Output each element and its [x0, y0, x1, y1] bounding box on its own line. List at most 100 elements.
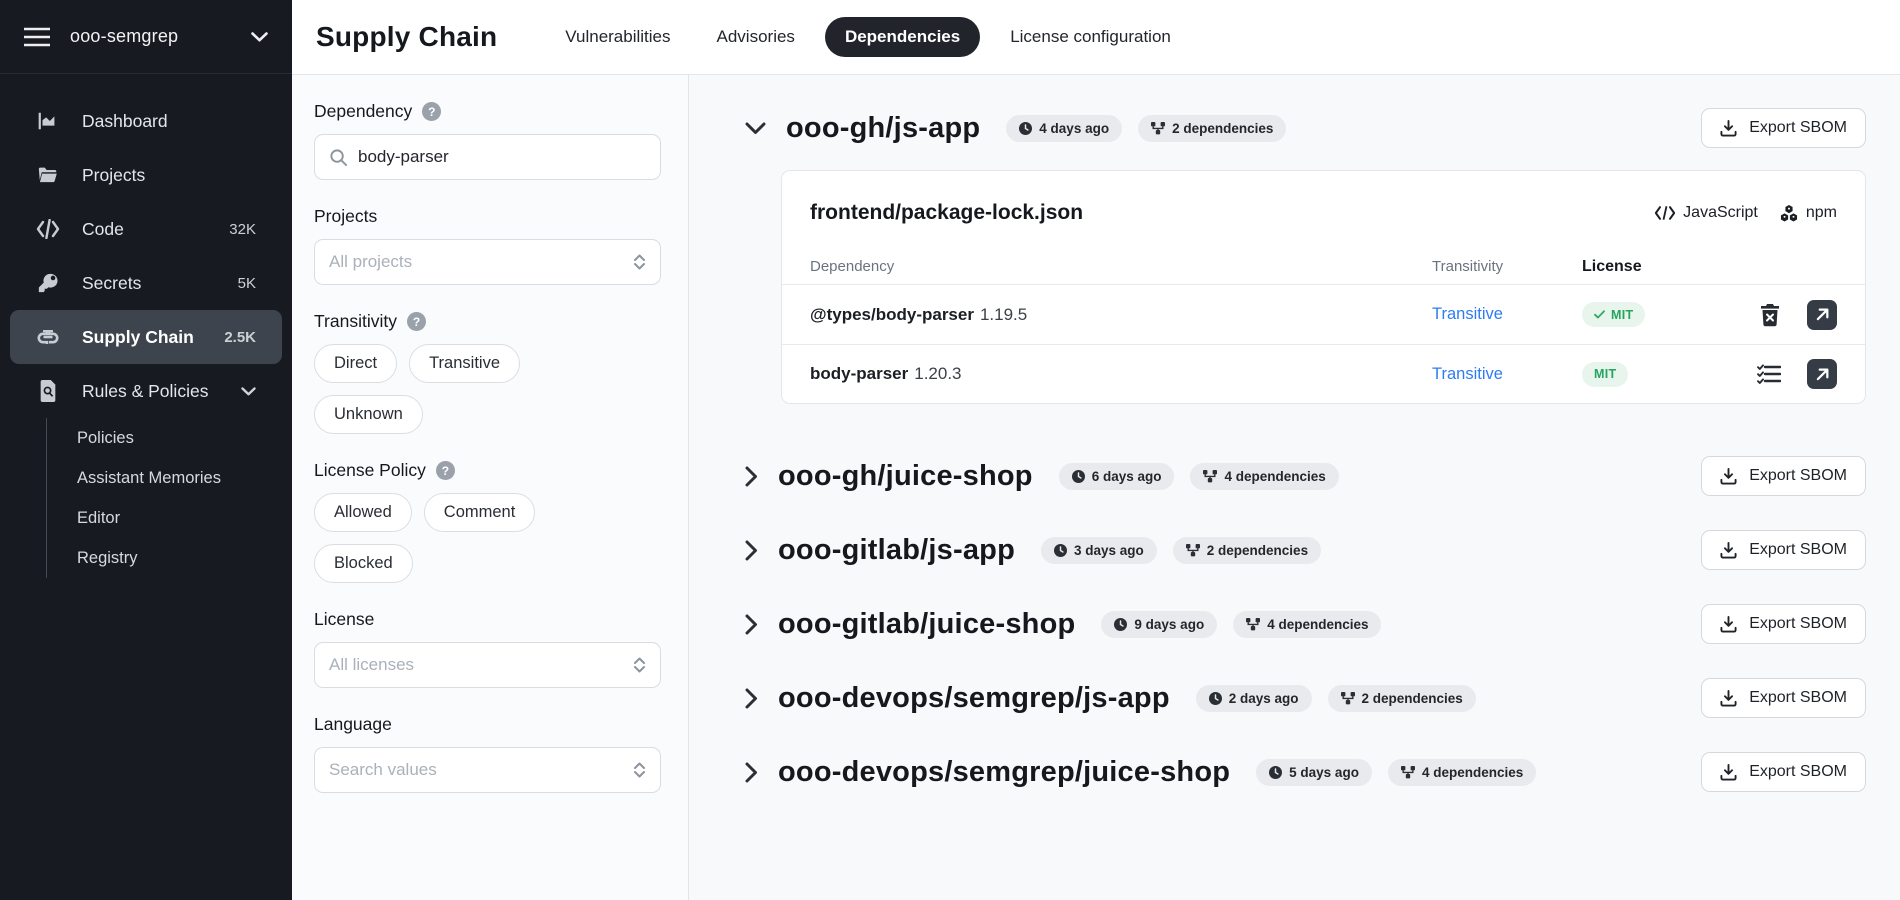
- tab-vulnerabilities[interactable]: Vulnerabilities: [549, 17, 686, 57]
- dependencies-badge: 2 dependencies: [1328, 685, 1476, 712]
- row-actions: [1717, 359, 1837, 389]
- updated-badge: 4 days ago: [1006, 115, 1122, 142]
- repo-name[interactable]: ooo-devops/semgrep/js-app: [778, 682, 1170, 715]
- dependencies-content: ooo-gh/js-app 4 days ago 2 dependencies: [689, 75, 1900, 900]
- sidebar-item-supply-chain[interactable]: Supply Chain 2.5K: [10, 310, 282, 364]
- checklist-icon[interactable]: [1757, 364, 1781, 384]
- language-meta: JavaScript: [1655, 204, 1758, 222]
- language-select[interactable]: Search values: [314, 747, 661, 793]
- license-select[interactable]: All licenses: [314, 642, 661, 688]
- select-stepper-icon: [633, 253, 646, 271]
- expand-chevron-right-icon[interactable]: [745, 762, 758, 783]
- tab-advisories[interactable]: Advisories: [701, 17, 811, 57]
- table-row: @types/body-parser1.19.5 Transitive MIT: [782, 285, 1865, 344]
- license-badge: MIT: [1582, 362, 1628, 387]
- dependency-graph-icon: [1341, 692, 1355, 705]
- repo-badges: 6 days ago 4 dependencies: [1059, 463, 1339, 490]
- repo-name[interactable]: ooo-gitlab/js-app: [778, 534, 1015, 567]
- sidebar-subitem-editor[interactable]: Editor: [77, 498, 292, 538]
- repo-name[interactable]: ooo-devops/semgrep/juice-shop: [778, 756, 1230, 789]
- chip-unknown[interactable]: Unknown: [314, 395, 423, 434]
- transitivity-filter-label: Transitivity: [314, 311, 397, 332]
- table-row: body-parser1.20.3 Transitive MIT: [782, 344, 1865, 403]
- export-sbom-button[interactable]: Export SBOM: [1701, 108, 1866, 148]
- sidebar-item-label: Dashboard: [82, 111, 234, 132]
- chip-comment[interactable]: Comment: [424, 493, 536, 532]
- sidebar-header: ooo-semgrep: [0, 0, 292, 74]
- expand-chevron-right-icon[interactable]: [745, 614, 758, 635]
- folder-icon: [36, 164, 60, 186]
- repo-row: ooo-devops/semgrep/juice-shop 5 days ago…: [745, 744, 1866, 800]
- sidebar-item-label: Supply Chain: [82, 327, 202, 348]
- external-link-button[interactable]: [1807, 300, 1837, 330]
- language-select-placeholder: Search values: [329, 760, 623, 780]
- collapse-chevron-down-icon[interactable]: [745, 122, 766, 135]
- chip-transitive[interactable]: Transitive: [409, 344, 520, 383]
- key-icon: [36, 272, 60, 294]
- sidebar-item-count: 5K: [238, 275, 256, 292]
- hamburger-menu-icon[interactable]: [24, 27, 50, 47]
- export-sbom-label: Export SBOM: [1749, 119, 1847, 137]
- dependency-version: 1.20.3: [914, 364, 961, 383]
- download-icon: [1720, 542, 1737, 559]
- export-sbom-button[interactable]: Export SBOM: [1701, 752, 1866, 792]
- chip-allowed[interactable]: Allowed: [314, 493, 412, 532]
- sidebar-subitem-policies[interactable]: Policies: [77, 418, 292, 458]
- repo-badges: 3 days ago 2 dependencies: [1041, 537, 1321, 564]
- repo-name[interactable]: ooo-gh/js-app: [786, 112, 980, 145]
- table-header-row: Dependency Transitivity License: [782, 249, 1865, 285]
- export-sbom-label: Export SBOM: [1749, 467, 1847, 485]
- export-sbom-button[interactable]: Export SBOM: [1701, 604, 1866, 644]
- export-sbom-button[interactable]: Export SBOM: [1701, 678, 1866, 718]
- sidebar-subitem-registry[interactable]: Registry: [77, 538, 292, 578]
- license-text: MIT: [1594, 367, 1616, 381]
- external-link-button[interactable]: [1807, 359, 1837, 389]
- sidebar-item-projects[interactable]: Projects: [10, 148, 282, 202]
- expand-chevron-right-icon[interactable]: [745, 466, 758, 487]
- export-sbom-button[interactable]: Export SBOM: [1701, 456, 1866, 496]
- dependency-help-icon[interactable]: ?: [422, 102, 441, 121]
- trash-icon[interactable]: [1759, 303, 1781, 327]
- document-search-icon: [36, 380, 60, 402]
- license-policy-filter-label: License Policy: [314, 460, 426, 481]
- sidebar-subitem-assistant-memories[interactable]: Assistant Memories: [77, 458, 292, 498]
- export-sbom-button[interactable]: Export SBOM: [1701, 530, 1866, 570]
- projects-select[interactable]: All projects: [314, 239, 661, 285]
- ecosystem-meta: npm: [1780, 204, 1837, 222]
- org-name[interactable]: ooo-semgrep: [70, 26, 231, 47]
- license-policy-help-icon[interactable]: ?: [436, 461, 455, 480]
- transitivity-link[interactable]: Transitive: [1432, 305, 1582, 324]
- chip-blocked[interactable]: Blocked: [314, 544, 413, 583]
- sidebar-item-dashboard[interactable]: Dashboard: [10, 94, 282, 148]
- dependency-cell: @types/body-parser1.19.5: [810, 305, 1432, 325]
- sidebar-item-rules-policies[interactable]: Rules & Policies: [10, 364, 282, 418]
- dependencies-text: 2 dependencies: [1207, 543, 1308, 558]
- language-filter-label: Language: [314, 714, 392, 735]
- page-title: Supply Chain: [316, 21, 497, 53]
- chip-direct[interactable]: Direct: [314, 344, 397, 383]
- transitivity-link[interactable]: Transitive: [1432, 365, 1582, 384]
- tab-dependencies[interactable]: Dependencies: [825, 17, 980, 57]
- updated-badge: 5 days ago: [1256, 759, 1372, 786]
- clock-icon: [1054, 544, 1067, 557]
- sidebar-item-code[interactable]: Code 32K: [10, 202, 282, 256]
- updated-text: 4 days ago: [1039, 121, 1109, 136]
- dependency-search-input[interactable]: body-parser: [314, 134, 661, 180]
- transitivity-chips: Direct Transitive Unknown: [314, 344, 614, 434]
- expand-chevron-right-icon[interactable]: [745, 540, 758, 561]
- sidebar-item-secrets[interactable]: Secrets 5K: [10, 256, 282, 310]
- lockfile-card-header: frontend/package-lock.json JavaScript: [782, 171, 1865, 249]
- repo-name[interactable]: ooo-gitlab/juice-shop: [778, 608, 1075, 641]
- tab-license-configuration[interactable]: License configuration: [994, 17, 1187, 57]
- transitivity-help-icon[interactable]: ?: [407, 312, 426, 331]
- license-filter-label: License: [314, 609, 374, 630]
- download-icon: [1720, 120, 1737, 137]
- org-chevron-down-icon[interactable]: [251, 32, 268, 42]
- package-boxes-icon: [1780, 205, 1798, 222]
- dependencies-text: 2 dependencies: [1362, 691, 1463, 706]
- lockfile-meta: JavaScript npm: [1655, 204, 1837, 222]
- expand-chevron-right-icon[interactable]: [745, 688, 758, 709]
- dependency-graph-icon: [1401, 766, 1415, 779]
- rules-policies-submenu: Policies Assistant Memories Editor Regis…: [46, 418, 292, 578]
- repo-name[interactable]: ooo-gh/juice-shop: [778, 460, 1033, 493]
